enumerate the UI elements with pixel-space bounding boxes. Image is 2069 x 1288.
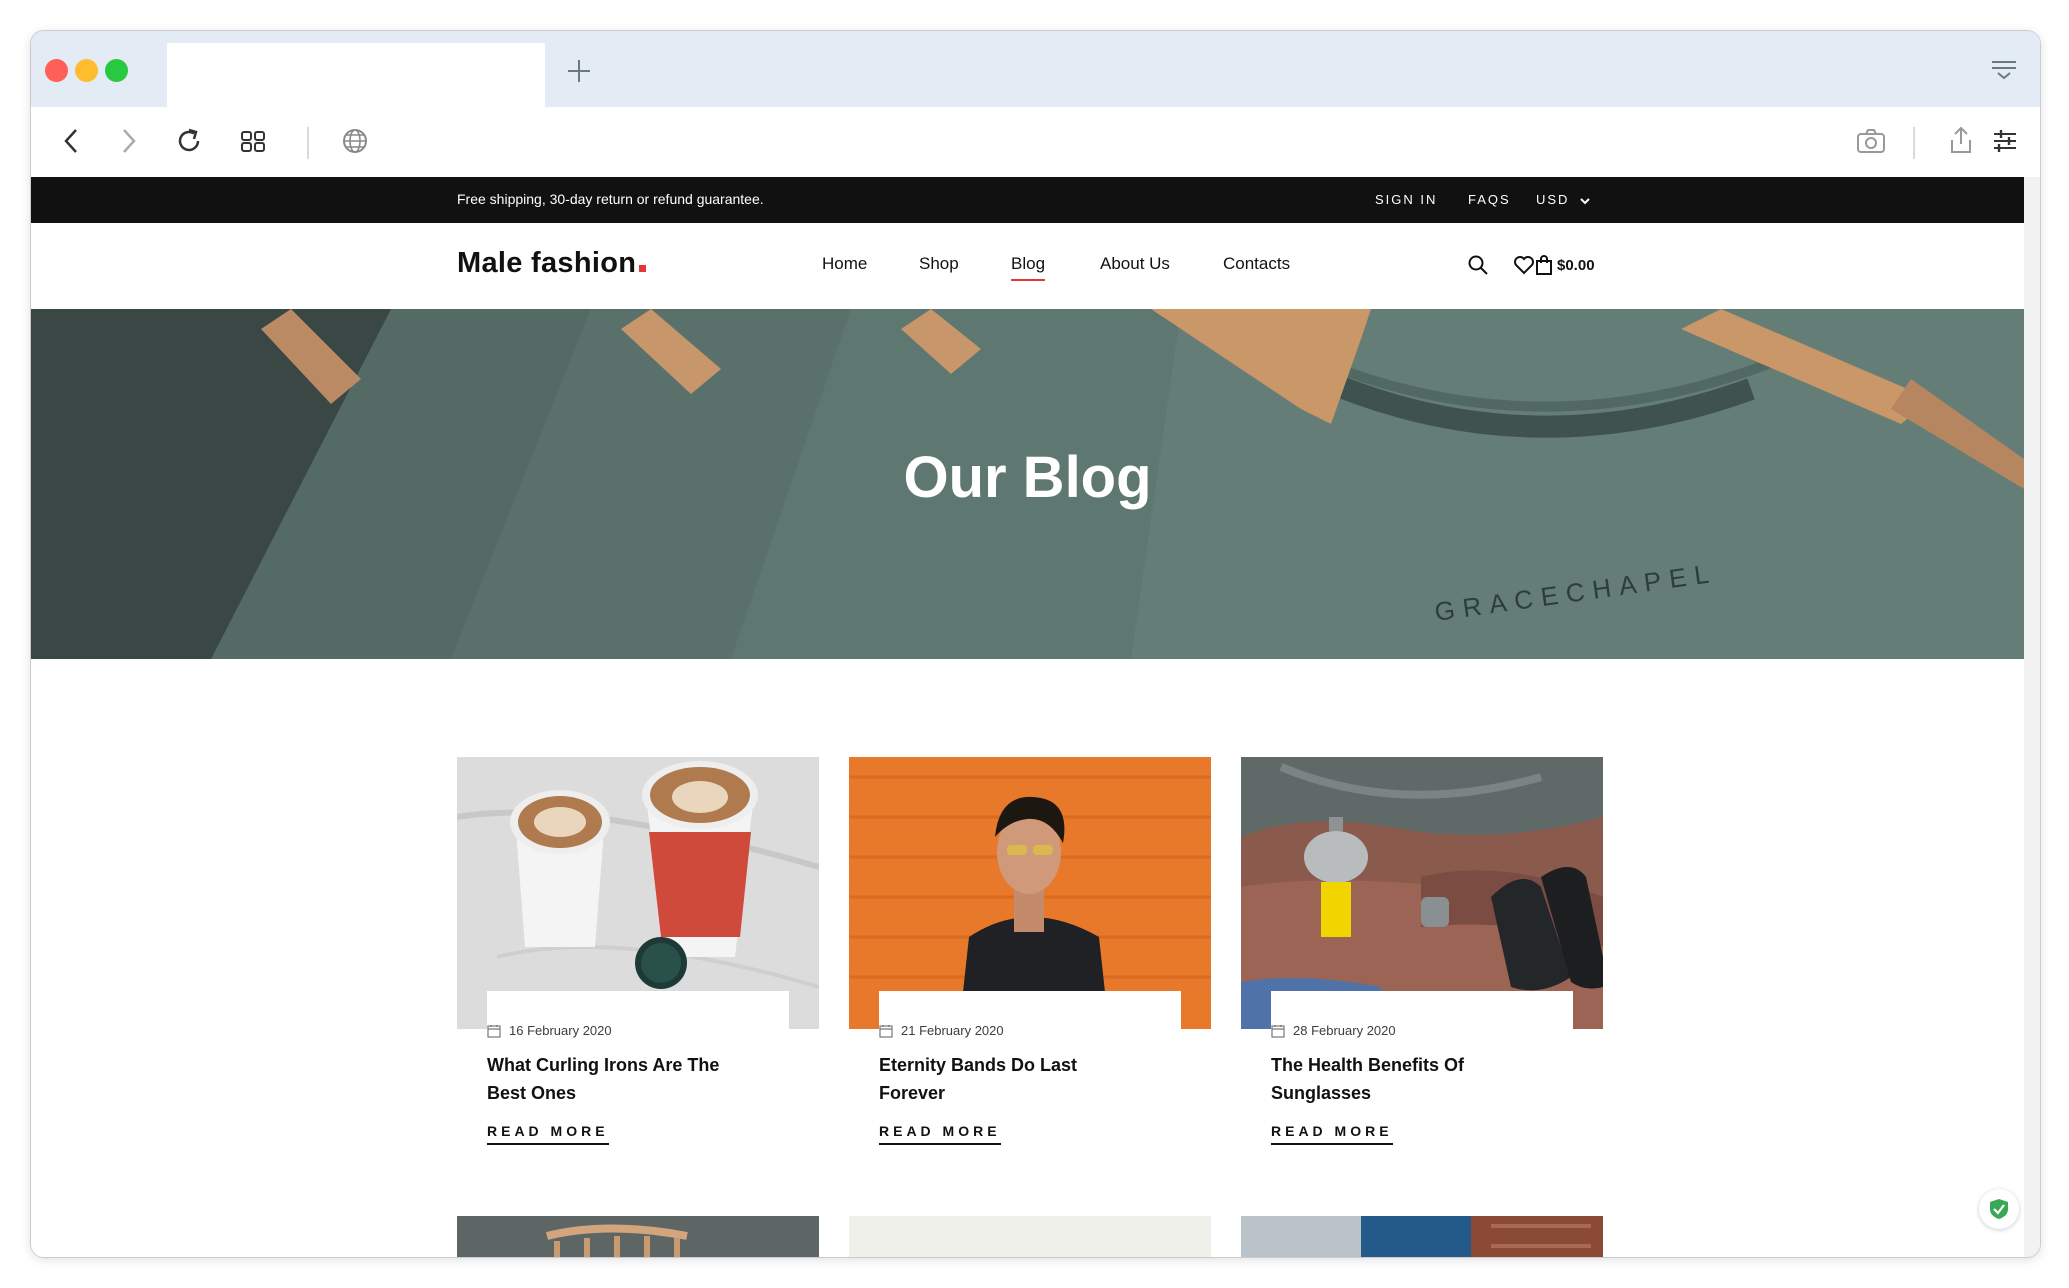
settings-button[interactable]	[1987, 123, 2023, 159]
share-icon	[1951, 126, 1971, 153]
blog-card-image[interactable]	[849, 1216, 1211, 1257]
currency-value: USD	[1536, 192, 1570, 207]
currency-select[interactable]: USD	[1536, 192, 1591, 207]
camping-kettle-image	[1241, 757, 1603, 1029]
active-tab[interactable]	[167, 43, 545, 107]
security-badge[interactable]	[1979, 1189, 2019, 1229]
blog-card-date-text: 21 February 2020	[901, 1023, 1004, 1038]
tab-bar	[31, 31, 2040, 107]
calendar-icon	[1271, 1024, 1285, 1038]
blog-card-date-text: 16 February 2020	[509, 1023, 612, 1038]
light-background-image	[849, 1216, 1211, 1257]
nav-home[interactable]: Home	[822, 254, 867, 274]
site-info-button[interactable]	[337, 123, 373, 159]
announcement-bar: Free shipping, 30-day return or refund g…	[31, 177, 2024, 223]
promo-text: Free shipping, 30-day return or refund g…	[457, 191, 764, 207]
forward-button[interactable]	[111, 123, 147, 159]
shield-check-icon	[1990, 1199, 2008, 1219]
blog-card-title[interactable]: The Health Benefits Of Sunglasses	[1271, 1051, 1531, 1107]
back-button[interactable]	[53, 123, 89, 159]
chevron-left-icon	[64, 129, 77, 153]
camera-icon	[1857, 129, 1885, 153]
grid-icon	[241, 131, 265, 152]
blog-card-date-text: 28 February 2020	[1293, 1023, 1396, 1038]
logo-text: Male fashion	[457, 247, 637, 279]
logo-dot	[639, 265, 647, 272]
shopping-bag-icon[interactable]	[1533, 254, 1555, 276]
page-title: Our Blog	[903, 445, 1152, 510]
blog-card-date: 16 February 2020	[487, 1023, 612, 1038]
web-page: Free shipping, 30-day return or refund g…	[31, 177, 2024, 1257]
faqs-link[interactable]: FAQS	[1468, 192, 1511, 207]
coffee-cups-image	[457, 757, 819, 1029]
sliders-icon	[1994, 130, 2016, 152]
blog-card-title[interactable]: What Curling Irons Are The Best Ones	[487, 1051, 747, 1107]
nav-shop[interactable]: Shop	[919, 254, 959, 274]
read-more-link[interactable]: READ MORE	[1271, 1123, 1393, 1145]
browser-toolbar	[31, 107, 2040, 177]
cart-total[interactable]: $0.00	[1557, 257, 1595, 274]
site-logo[interactable]: Male fashion	[457, 247, 647, 280]
close-window-button[interactable]	[45, 59, 68, 82]
chevron-right-icon	[123, 129, 136, 153]
nav-contacts[interactable]: Contacts	[1223, 254, 1290, 274]
blog-card-image[interactable]	[1241, 757, 1603, 1029]
read-more-link[interactable]: READ MORE	[487, 1123, 609, 1145]
hero-banner: GRACECHAPEL Our Blog	[31, 309, 2024, 659]
tab-list-icon	[1992, 61, 2016, 80]
heart-icon[interactable]	[1513, 254, 1535, 276]
plus-icon	[568, 60, 590, 82]
toolbar-divider-2	[1913, 127, 1915, 159]
calendar-icon	[487, 1024, 501, 1038]
blog-card-image[interactable]	[849, 757, 1211, 1029]
minimize-window-button[interactable]	[75, 59, 98, 82]
globe-icon	[343, 129, 367, 153]
blog-card-date: 28 February 2020	[1271, 1023, 1396, 1038]
blog-card-image[interactable]	[1241, 1216, 1603, 1257]
share-button[interactable]	[1943, 121, 1979, 159]
page-scrollbar[interactable]	[2024, 177, 2040, 1257]
man-orange-wall-image	[849, 757, 1211, 1029]
calendar-icon	[879, 1024, 893, 1038]
read-more-link[interactable]: READ MORE	[879, 1123, 1001, 1145]
city-street-image	[1241, 1216, 1603, 1257]
nav-blog[interactable]: Blog	[1011, 254, 1046, 281]
toolbar-divider	[307, 127, 309, 159]
blog-card-image[interactable]	[457, 757, 819, 1029]
reload-button[interactable]	[171, 123, 207, 159]
reload-icon	[178, 128, 200, 152]
site-header: Male fashion Home Shop Blog About Us Con…	[31, 223, 2024, 310]
hangers-image	[457, 1216, 819, 1257]
screenshot-button[interactable]	[1851, 123, 1891, 159]
nav-about-us[interactable]: About Us	[1100, 254, 1170, 274]
new-tab-button[interactable]	[559, 51, 599, 91]
blog-card-date: 21 February 2020	[879, 1023, 1004, 1038]
tab-overview-button[interactable]	[235, 123, 271, 159]
tab-menu-button[interactable]	[1987, 53, 2021, 87]
search-icon[interactable]	[1467, 254, 1489, 276]
maximize-window-button[interactable]	[105, 59, 128, 82]
chevron-down-icon	[1580, 197, 1590, 204]
browser-window: Free shipping, 30-day return or refund g…	[30, 30, 2041, 1258]
blog-card-image[interactable]	[457, 1216, 819, 1257]
sign-in-link[interactable]: SIGN IN	[1375, 192, 1437, 207]
blog-card-title[interactable]: Eternity Bands Do Last Forever	[879, 1051, 1139, 1107]
